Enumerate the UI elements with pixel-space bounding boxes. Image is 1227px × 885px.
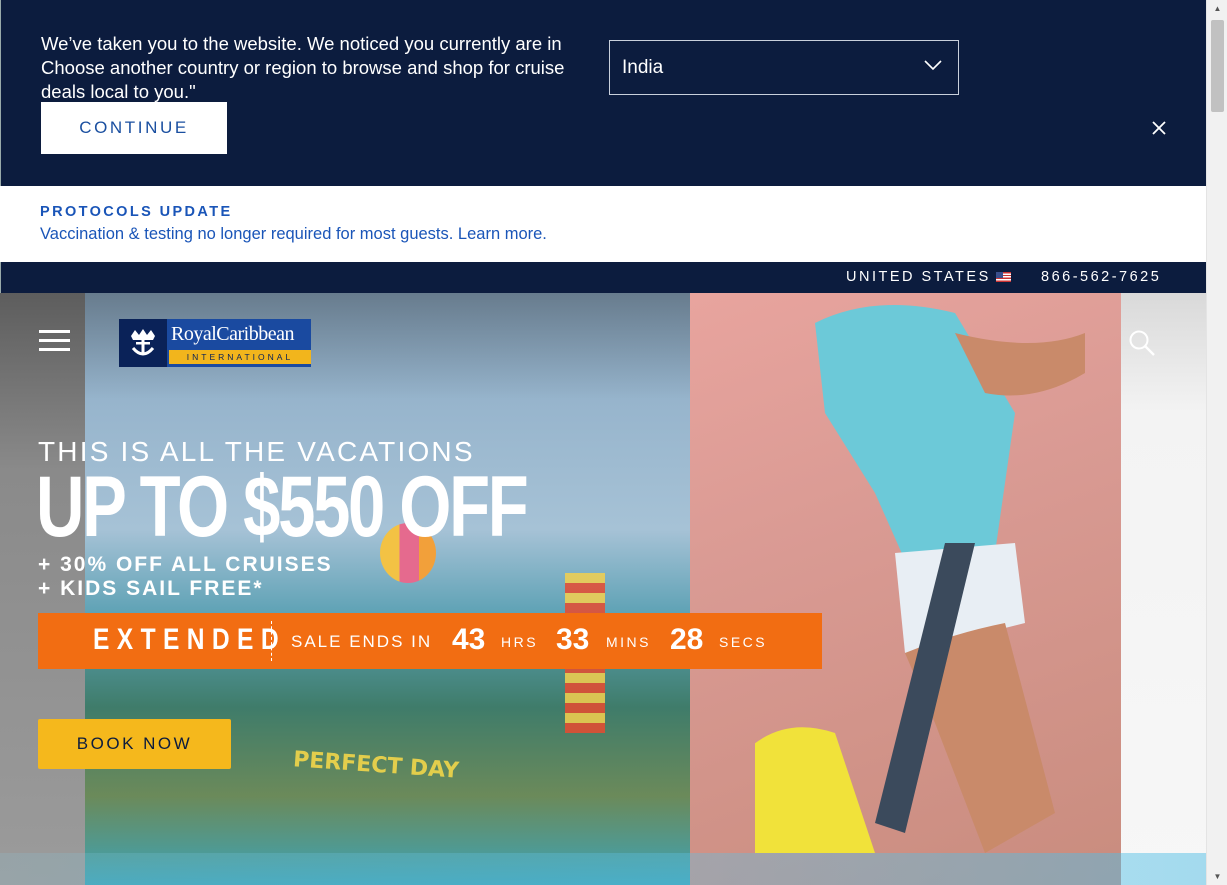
scroll-up-arrow-icon[interactable]: ▲ [1207, 0, 1227, 17]
climber-image [755, 305, 1085, 853]
country-select-value: India [622, 56, 664, 78]
phone-number-link[interactable]: 866-562-7625 [1041, 269, 1161, 285]
protocols-update: PROTOCOLS UPDATE Vaccination & testing n… [0, 186, 1206, 262]
hero-offer-line-2: + KIDS SAIL FREE* [38, 577, 264, 600]
close-icon[interactable] [1149, 118, 1169, 138]
countdown-minutes-unit: MINS [606, 634, 651, 650]
page-viewport: We’ve taken you to the website. We notic… [0, 0, 1206, 885]
scroll-down-arrow-icon[interactable]: ▼ [1207, 868, 1227, 885]
countdown-minutes: 33 [556, 623, 590, 656]
utility-bar: UNITED STATES 866-562-7625 [0, 262, 1206, 293]
geo-message: We’ve taken you to the website. We notic… [41, 33, 565, 102]
countdown-divider [271, 621, 272, 661]
geo-banner: We’ve taken you to the website. We notic… [0, 0, 1206, 186]
chevron-down-icon [924, 60, 942, 71]
scrollbar-thumb[interactable] [1211, 20, 1224, 112]
extended-badge: EXTENDED [93, 623, 286, 656]
hero-bottom-fade [0, 853, 1206, 885]
us-flag-icon [996, 272, 1011, 282]
hero-headline: UP TO $550 OFF [36, 459, 529, 555]
logo-subtitle: INTERNATIONAL [169, 350, 311, 364]
countdown-seconds: 28 [670, 623, 704, 656]
page-scrollbar[interactable]: ▲ ▼ [1206, 0, 1227, 885]
protocols-title: PROTOCOLS UPDATE [40, 204, 233, 220]
countdown-seconds-unit: SECS [719, 634, 768, 650]
countdown-hours-unit: HRS [501, 634, 539, 650]
crown-anchor-icon [119, 319, 167, 367]
country-select[interactable]: India [609, 40, 959, 95]
hero-side-panel [1121, 293, 1206, 885]
protocols-learn-more-link[interactable]: Vaccination & testing no longer required… [40, 225, 547, 244]
hero-offer-line-1: + 30% OFF ALL CRUISES [38, 553, 333, 576]
logo-wordmark: RoyalCaribbean [171, 323, 294, 345]
country-selector[interactable]: UNITED STATES [846, 269, 991, 285]
hero-banner: PERFECT DAY RoyalCaribbean INTERNATIONAL… [0, 293, 1206, 885]
book-now-button[interactable]: BOOK NOW [38, 719, 231, 769]
sale-ends-label: SALE ENDS IN [291, 632, 433, 651]
sale-countdown: EXTENDED SALE ENDS IN 43 HRS 33 MINS 28 … [38, 613, 822, 669]
countdown-hours: 43 [452, 623, 486, 656]
menu-icon[interactable] [39, 330, 70, 351]
royal-caribbean-logo[interactable]: RoyalCaribbean INTERNATIONAL [119, 319, 311, 367]
continue-button[interactable]: CONTINUE [41, 102, 227, 154]
search-icon[interactable] [1128, 329, 1156, 357]
